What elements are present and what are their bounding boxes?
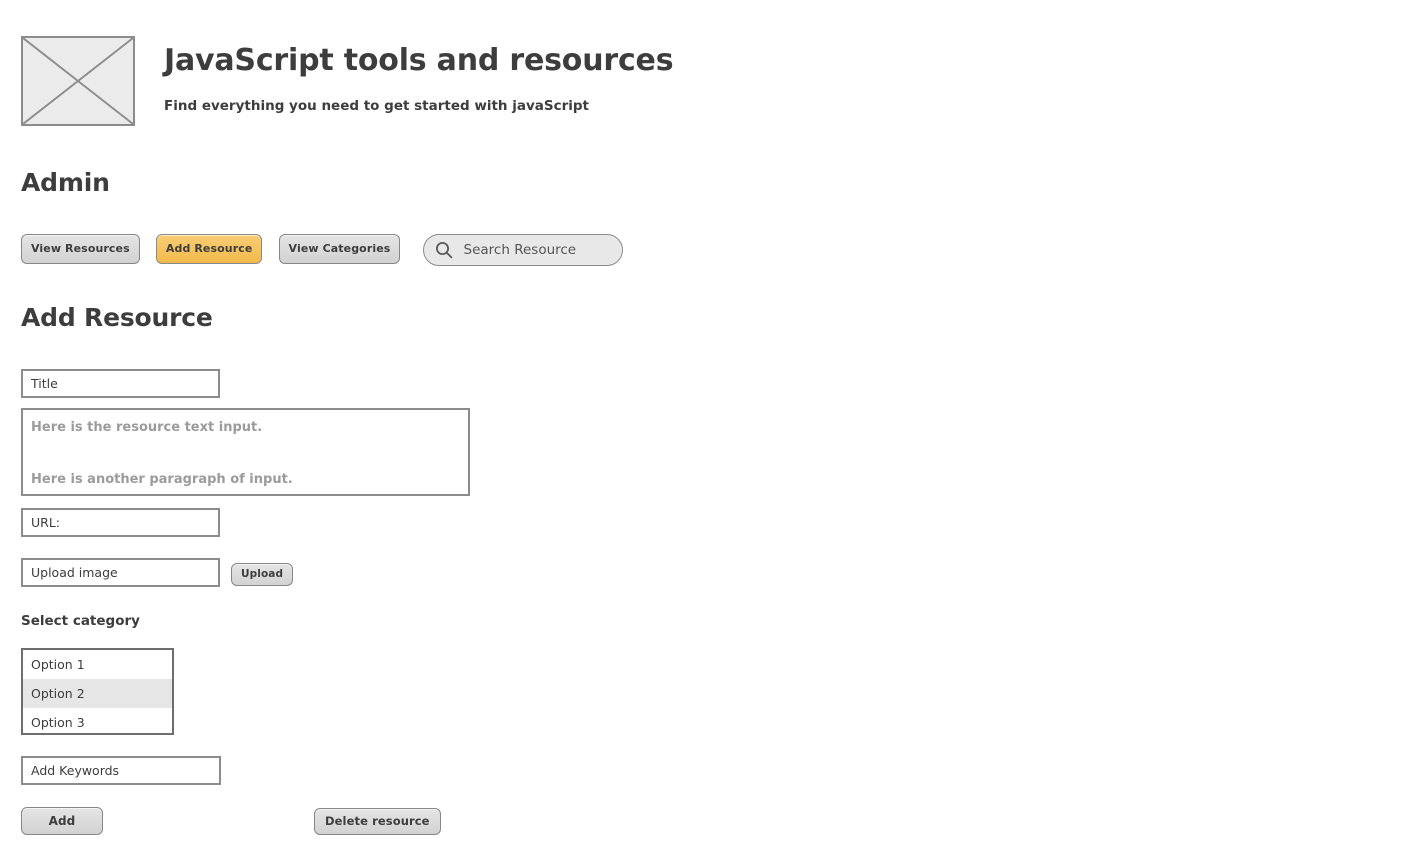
page-subtitle: Find everything you need to get started … bbox=[164, 98, 589, 114]
upload-image-placeholder: Upload image bbox=[31, 565, 118, 580]
view-resources-button[interactable]: View Resources bbox=[21, 234, 140, 264]
add-button[interactable]: Add bbox=[21, 807, 103, 835]
page-title: JavaScript tools and resources bbox=[164, 43, 674, 78]
page-header: JavaScript tools and resources Find ever… bbox=[21, 36, 1021, 136]
search-input[interactable]: Search Resource bbox=[422, 234, 623, 266]
keywords-input[interactable]: Add Keywords bbox=[21, 756, 221, 785]
category-listbox[interactable]: Option 1 Option 2 Option 3 bbox=[21, 648, 174, 735]
add-resource-heading: Add Resource bbox=[21, 303, 213, 332]
url-input-placeholder: URL: bbox=[31, 515, 61, 530]
image-placeholder-icon bbox=[21, 36, 135, 126]
admin-toolbar: View Resources Add Resource View Categor… bbox=[21, 234, 623, 268]
search-placeholder: Search Resource bbox=[463, 242, 577, 258]
add-resource-button[interactable]: Add Resource bbox=[155, 234, 263, 264]
description-line-1: Here is the resource text input. bbox=[31, 420, 263, 435]
url-input[interactable]: URL: bbox=[21, 508, 220, 537]
upload-button[interactable]: Upload bbox=[231, 563, 294, 586]
search-icon bbox=[435, 241, 453, 259]
description-line-2: Here is another paragraph of input. bbox=[31, 472, 293, 487]
category-option-2[interactable]: Option 2 bbox=[23, 679, 172, 708]
description-textarea[interactable]: Here is the resource text input. Here is… bbox=[21, 408, 470, 496]
title-block: JavaScript tools and resources Find ever… bbox=[164, 43, 674, 115]
select-category-label: Select category bbox=[21, 613, 140, 629]
view-categories-button[interactable]: View Categories bbox=[278, 234, 401, 264]
upload-image-input[interactable]: Upload image bbox=[21, 558, 220, 587]
title-input-placeholder: Title bbox=[31, 376, 58, 391]
keywords-input-placeholder: Add Keywords bbox=[31, 763, 120, 778]
delete-resource-button[interactable]: Delete resource bbox=[314, 808, 441, 835]
admin-heading: Admin bbox=[21, 168, 110, 197]
title-input[interactable]: Title bbox=[21, 369, 220, 398]
category-option-1[interactable]: Option 1 bbox=[23, 650, 172, 679]
category-option-3[interactable]: Option 3 bbox=[23, 708, 172, 733]
